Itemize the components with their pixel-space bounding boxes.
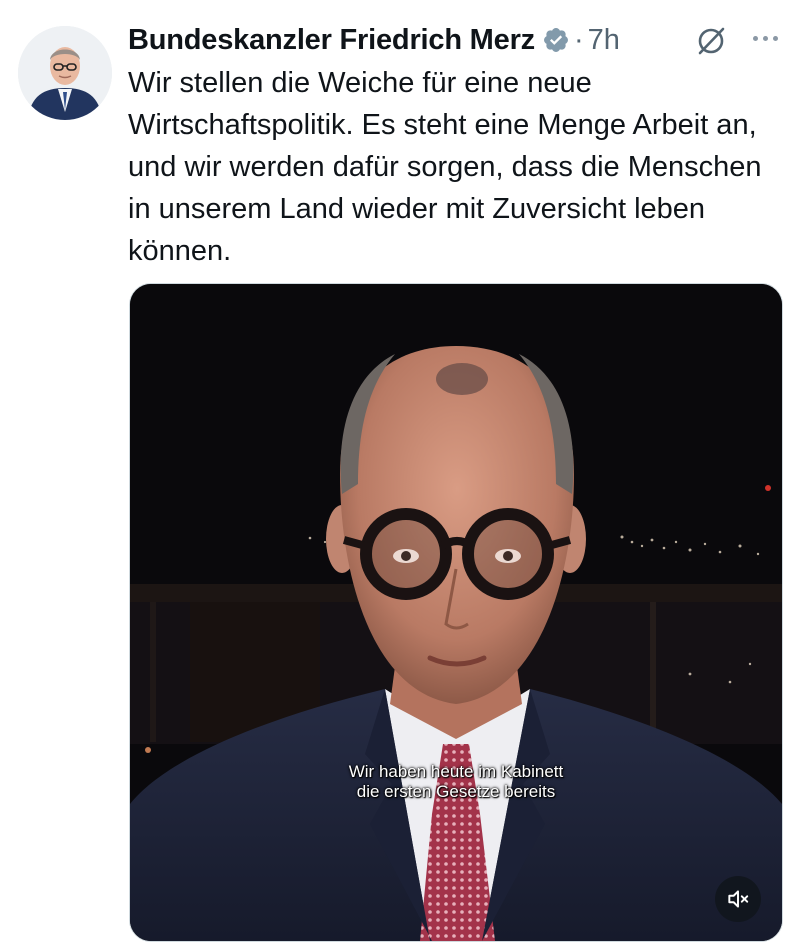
avatar[interactable] [18, 26, 112, 120]
verified-badge-icon[interactable] [542, 26, 570, 54]
subtitle-line: die ersten Gesetze bereits [356, 782, 556, 801]
post-header: Bundeskanzler Friedrich Merz · 7h [128, 18, 620, 62]
mute-toggle-button[interactable] [715, 876, 761, 922]
video-subtitles: Wir haben heute im Kabinett die ersten G… [130, 762, 782, 802]
video-frame [130, 284, 782, 941]
author-name[interactable]: Bundeskanzler Friedrich Merz [128, 24, 535, 57]
tweet[interactable]: Bundeskanzler Friedrich Merz · 7h Wir st… [0, 0, 800, 945]
post-timestamp[interactable]: 7h [588, 24, 620, 57]
grok-icon[interactable] [694, 24, 728, 58]
subtitle-line: Wir haben heute im Kabinett [348, 762, 564, 781]
post-video[interactable]: Wir haben heute im Kabinett die ersten G… [129, 283, 783, 942]
muted-speaker-icon [728, 890, 749, 908]
post-separator: · [573, 23, 584, 56]
more-options-icon[interactable] [745, 20, 785, 56]
post-text: Wir stellen die Weiche für eine neue Wir… [128, 67, 762, 267]
